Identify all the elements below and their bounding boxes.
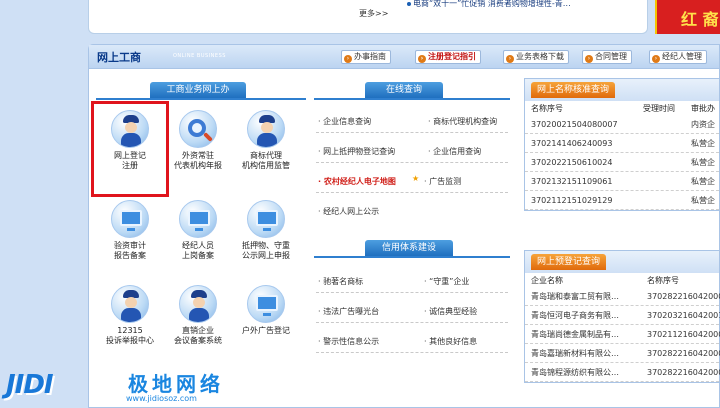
divider bbox=[316, 322, 508, 323]
table-row[interactable]: 3702132151109061 私营企 bbox=[525, 172, 719, 191]
table-row[interactable]: 青岛瑞尚德金属制品有… 370211216042000 bbox=[525, 325, 720, 344]
service-12315-complaints[interactable]: 12315 投诉举报中心 bbox=[95, 285, 165, 346]
divider bbox=[314, 256, 510, 258]
table-row[interactable]: 青岛嘉瑞新材料有限公… 370282216042000 bbox=[525, 344, 720, 363]
pre-register-columns: 企业名称 名称序号 bbox=[531, 276, 679, 285]
panel-header: 网上工商 ONLINE BUSINESS › 办事指南 › 注册登记指引 › 业务表格… bbox=[89, 45, 719, 69]
arrow-icon: › bbox=[506, 55, 514, 63]
panel-subtitle: ONLINE BUSINESS bbox=[173, 53, 226, 59]
link-enterprise-credit[interactable]: · 企业信用查询 bbox=[428, 146, 481, 157]
watermark-brand: 极地网络 bbox=[128, 372, 224, 396]
service-collateral-publicity[interactable]: 抵押物、守重 公示网上申报 bbox=[231, 200, 301, 261]
table-row[interactable]: 3702112151029129 私营企 bbox=[525, 191, 719, 210]
name-check-title[interactable]: 网上名称核准查询 bbox=[531, 82, 616, 98]
table-row[interactable]: 3702141406240093 私营企 bbox=[525, 134, 719, 153]
divider bbox=[316, 292, 508, 293]
monitor-icon bbox=[247, 285, 285, 323]
name-check-header: 网上名称核准查询 bbox=[525, 79, 719, 101]
link-trademark-agency[interactable]: · 商标代理机构查询 bbox=[428, 116, 497, 127]
divider bbox=[316, 192, 508, 193]
watermark-url: www.jidiosoz.com bbox=[126, 394, 197, 403]
name-check-box: 网上名称核准查询 名称序号 受理时间 审批办 370200215040800​0… bbox=[524, 78, 720, 211]
service-foreign-office-report[interactable]: 外资常驻 代表机构年报 bbox=[163, 110, 233, 171]
link-rural-broker-map[interactable]: · 农村经纪人电子地图 bbox=[318, 176, 396, 187]
divider bbox=[316, 352, 508, 353]
officer-icon bbox=[111, 285, 149, 323]
divider bbox=[314, 98, 510, 100]
highlight-box bbox=[91, 101, 169, 197]
promo-banner[interactable]: 红 裔 bbox=[655, 0, 720, 34]
star-icon: ★ bbox=[412, 174, 420, 183]
monitor-icon bbox=[179, 200, 217, 238]
panel-title: 网上工商 bbox=[97, 51, 141, 64]
arrow-icon: › bbox=[344, 55, 352, 63]
contract-button[interactable]: › 合同管理 bbox=[582, 50, 632, 64]
officer-icon bbox=[179, 285, 217, 323]
arrow-icon: › bbox=[418, 55, 426, 63]
link-enterprise-info[interactable]: · 企业信息查询 bbox=[318, 116, 371, 127]
tab-services[interactable]: 工商业务网上办 bbox=[150, 82, 246, 98]
link-trustworthy-enterprises[interactable]: · “守重”企业 bbox=[424, 276, 469, 287]
arrow-icon: › bbox=[652, 55, 660, 63]
table-row[interactable]: 370200215040800​07 内资企 bbox=[525, 115, 719, 134]
bullet-icon bbox=[407, 2, 411, 6]
service-broker-filing[interactable]: 经纪人员 上岗备案 bbox=[163, 200, 233, 261]
table-row[interactable]: 青岛锦程源纺织有限公… 370282216042000 bbox=[525, 363, 720, 382]
guide-button[interactable]: › 办事指南 bbox=[341, 50, 391, 64]
link-collateral-registration[interactable]: · 网上抵押物登记查询 bbox=[318, 146, 395, 157]
pre-register-header: 网上预登记查询 bbox=[525, 251, 719, 273]
monitor-icon bbox=[247, 200, 285, 238]
officer-icon bbox=[247, 110, 285, 148]
more-link[interactable]: 更多>> bbox=[359, 8, 388, 19]
tab-online-query[interactable]: 在线查询 bbox=[365, 82, 443, 98]
divider bbox=[316, 162, 508, 163]
broker-button[interactable]: › 经纪人管理 bbox=[649, 50, 707, 64]
table-row[interactable]: 3702022150610024 私营企 bbox=[525, 153, 719, 172]
watermark-logo: JIDI bbox=[6, 370, 54, 400]
pre-register-title[interactable]: 网上预登记查询 bbox=[531, 254, 607, 270]
divider bbox=[96, 98, 306, 100]
promo-text: 红 裔 bbox=[681, 10, 719, 29]
service-audit-report[interactable]: 验资审计 报告备案 bbox=[95, 200, 165, 261]
news-strip: 更多>> 电商“双十一”忙促销 消费者购物增理性-青… bbox=[88, 0, 648, 34]
magnifier-icon bbox=[179, 110, 217, 148]
name-check-columns: 名称序号 受理时间 审批办 bbox=[531, 104, 715, 113]
link-broker-publicity[interactable]: · 经纪人网上公示 bbox=[318, 206, 379, 217]
monitor-icon bbox=[111, 200, 149, 238]
service-outdoor-ad-registration[interactable]: 户外广告登记 bbox=[231, 285, 301, 336]
arrow-icon: › bbox=[585, 55, 593, 63]
service-trademark-agency[interactable]: 商标代理 机构信用监管 bbox=[231, 110, 301, 171]
forms-download-button[interactable]: › 业务表格下载 bbox=[503, 50, 569, 64]
link-warning-info[interactable]: · 警示性信息公示 bbox=[318, 336, 379, 347]
table-row[interactable]: 青岛瑞和泰富工贸有限… 370282216042000 bbox=[525, 287, 720, 306]
divider bbox=[316, 132, 508, 133]
link-famous-trademarks[interactable]: · 驰著名商标 bbox=[318, 276, 363, 287]
pre-register-box: 网上预登记查询 企业名称 名称序号 青岛瑞和泰富工贸有限… 37028221604… bbox=[524, 250, 720, 383]
registration-guide-button[interactable]: › 注册登记指引 bbox=[415, 50, 481, 64]
tab-credit-system[interactable]: 信用体系建设 bbox=[365, 240, 453, 256]
link-ad-monitoring[interactable]: · 广告监测 bbox=[424, 176, 461, 187]
table-row[interactable]: 青岛恒河电子商务有限… 370203216042001 bbox=[525, 306, 720, 325]
news-item[interactable]: 电商“双十一”忙促销 消费者购物增理性-青… bbox=[413, 0, 571, 9]
watermark: JIDI 极地网络 www.jidiosoz.com bbox=[0, 366, 300, 408]
service-direct-sales-meeting[interactable]: 直销企业 会议备案系统 bbox=[163, 285, 233, 346]
link-other-good-info[interactable]: · 其他良好信息 bbox=[424, 336, 477, 347]
link-illegal-ad-exposure[interactable]: · 违法广告曝光台 bbox=[318, 306, 379, 317]
link-integrity-examples[interactable]: · 诚信典型经验 bbox=[424, 306, 477, 317]
